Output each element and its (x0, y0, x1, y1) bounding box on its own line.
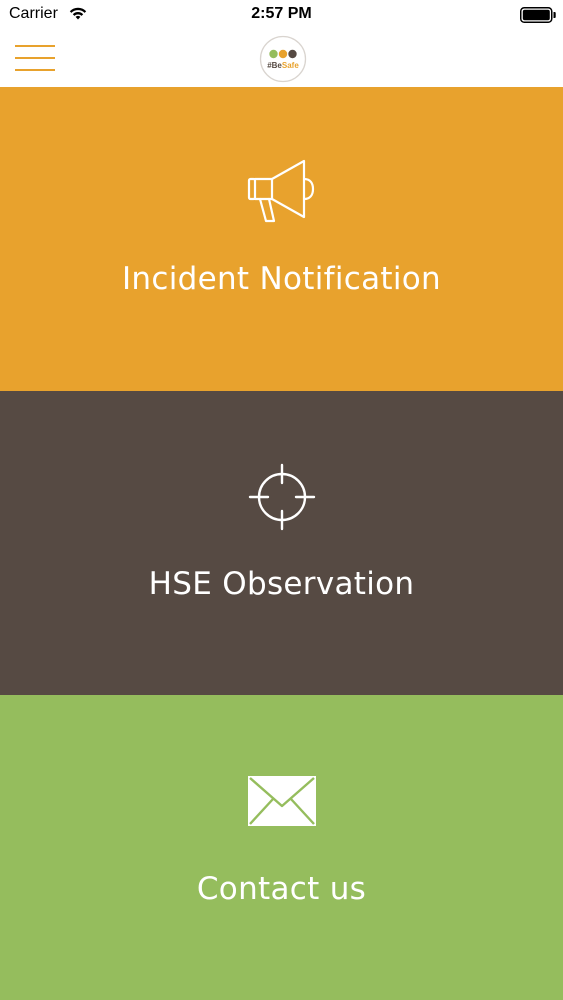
status-bar: Carrier 2:57 PM (0, 0, 563, 30)
envelope-icon (247, 776, 316, 826)
incident-notification-label: Incident Notification (121, 261, 442, 297)
contact-us-label: Contact us (196, 871, 367, 907)
megaphone-icon (247, 159, 314, 223)
svg-text:#BeSafe: #BeSafe (267, 61, 299, 70)
battery-icon (520, 7, 556, 23)
hamburger-menu-icon[interactable] (15, 45, 55, 71)
hse-observation-label: HSE Observation (148, 566, 415, 602)
hse-observation-tile[interactable]: HSE Observation (0, 391, 563, 695)
contact-us-tile[interactable]: Contact us (0, 695, 563, 1000)
incident-notification-tile[interactable]: Incident Notification (0, 87, 563, 391)
clock-time: 2:57 PM (251, 5, 312, 22)
crosshair-icon (248, 463, 315, 531)
besafe-logo: #BeSafe (259, 35, 307, 83)
navigation-bar: #BeSafe (0, 30, 563, 87)
